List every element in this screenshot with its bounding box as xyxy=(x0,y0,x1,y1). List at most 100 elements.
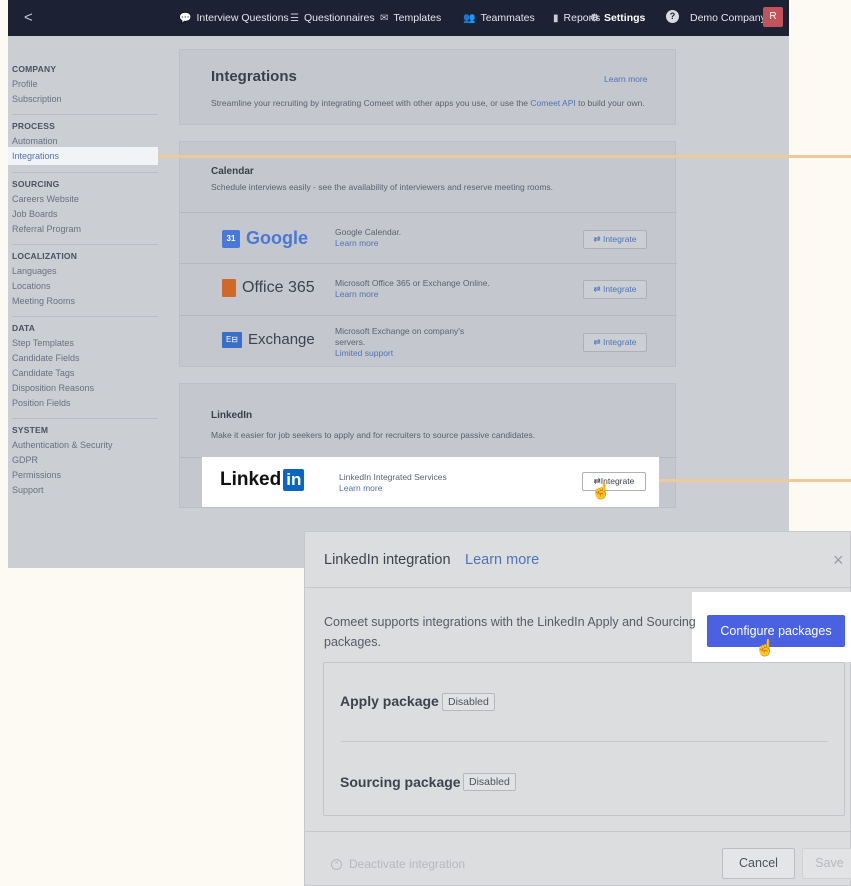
calendar-panel: Calendar Schedule interviews easily - se… xyxy=(179,141,677,367)
section-description: Make it easier for job seekers to apply … xyxy=(211,430,536,440)
highlight-guide-line xyxy=(659,479,851,482)
section-title: LinkedIn xyxy=(211,410,253,421)
nav-settings[interactable]: ⚙ Settings xyxy=(590,12,645,24)
integrate-exchange-button[interactable]: ⇄ Integrate xyxy=(583,333,647,352)
integrations-header-panel: Integrations Learn more Streamline your … xyxy=(179,49,676,125)
linkedin-row: Linked in LinkedIn Integrated Services L… xyxy=(202,457,659,507)
modal-description: Comeet supports integrations with the Li… xyxy=(324,615,696,649)
sidebar-heading: DATA xyxy=(12,323,36,333)
sidebar-item-automation[interactable]: Automation xyxy=(12,136,58,146)
office365-info: Microsoft Office 365 or Exchange Online.… xyxy=(335,278,490,300)
mail-icon: ✉ xyxy=(380,12,389,24)
row-text: servers. xyxy=(335,337,366,347)
sidebar-item-referral-program[interactable]: Referral Program xyxy=(12,224,81,234)
highlight-guide-line xyxy=(158,155,851,158)
close-icon[interactable]: × xyxy=(833,550,844,571)
sidebar-item-disposition-reasons[interactable]: Disposition Reasons xyxy=(12,383,94,393)
sidebar-item-locations[interactable]: Locations xyxy=(12,281,51,291)
close-circle-icon: × xyxy=(331,858,342,870)
sidebar-divider xyxy=(12,114,158,115)
nav-label: Questionnaires xyxy=(303,12,375,24)
nav-templates[interactable]: ✉ Templates xyxy=(380,12,441,24)
sourcing-status-badge: Disabled xyxy=(463,773,516,791)
modal-title: LinkedIn integration xyxy=(324,552,451,568)
sidebar-heading: LOCALIZATION xyxy=(12,251,78,261)
sidebar-heading: SYSTEM xyxy=(12,425,49,435)
save-button[interactable]: Save xyxy=(802,848,851,879)
help-icon[interactable]: ? xyxy=(666,10,679,23)
sidebar-item-permissions[interactable]: Permissions xyxy=(12,470,61,480)
company-name[interactable]: Demo Company xyxy=(690,12,766,24)
row-divider xyxy=(180,315,677,316)
section-description: Schedule interviews easily - see the ava… xyxy=(211,182,554,192)
sidebar-item-meeting-rooms[interactable]: Meeting Rooms xyxy=(12,296,75,306)
sidebar-heading: PROCESS xyxy=(12,121,55,131)
package-divider xyxy=(341,741,828,742)
avatar[interactable]: R xyxy=(763,7,783,27)
top-navigation: < 💬 Interview Questions ☰ Questionnaires… xyxy=(8,0,789,36)
row-text: Microsoft Office 365 or Exchange Online. xyxy=(335,278,490,288)
sidebar-item-authentication-security[interactable]: Authentication & Security xyxy=(12,440,113,450)
configure-packages-button[interactable]: Configure packages xyxy=(707,615,845,647)
sidebar-item-step-templates[interactable]: Step Templates xyxy=(12,338,74,348)
sidebar-item-gdpr[interactable]: GDPR xyxy=(12,455,38,465)
linkedin-info: LinkedIn Integrated Services Learn more xyxy=(339,472,447,494)
office-icon xyxy=(222,279,236,297)
bar-chart-icon: ▮ xyxy=(553,12,559,24)
deactivate-label: Deactivate integration xyxy=(349,857,466,871)
logo-text: Google xyxy=(246,228,308,248)
sidebar-item-subscription[interactable]: Subscription xyxy=(12,94,62,104)
settings-sidebar: COMPANY Profile Subscription PROCESS Aut… xyxy=(8,36,168,568)
exchange-icon: E⊟ xyxy=(222,331,242,348)
integrate-google-button[interactable]: ⇄ Integrate xyxy=(583,230,647,249)
learn-more-link[interactable]: Learn more xyxy=(465,552,539,568)
integrate-office365-button[interactable]: ⇄ Integrate xyxy=(583,280,647,299)
sidebar-item-candidate-fields[interactable]: Candidate Fields xyxy=(12,353,80,363)
limited-support-link[interactable]: Limited support xyxy=(335,348,464,359)
nav-questionnaires[interactable]: ☰ Questionnaires xyxy=(290,12,375,24)
gear-icon: ⚙ xyxy=(590,12,599,24)
hand-cursor-icon: ☝ xyxy=(755,640,775,657)
section-title: Calendar xyxy=(211,166,254,177)
learn-more-link[interactable]: Learn more xyxy=(335,289,490,300)
learn-more-link[interactable]: Learn more xyxy=(339,483,447,494)
linkedin-integration-modal: LinkedIn integration Learn more × Comeet… xyxy=(304,531,851,886)
logo-text: Exchange xyxy=(248,331,315,348)
exchange-logo: E⊟ Exchange xyxy=(222,331,315,348)
sidebar-item-integrations[interactable]: Integrations xyxy=(8,147,158,165)
integrations-description: Streamline your recruiting by integratin… xyxy=(211,98,645,108)
calendar-icon: 31 xyxy=(222,229,240,248)
packages-box: Apply package Disabled Sourcing package … xyxy=(323,662,845,816)
sidebar-item-candidate-tags[interactable]: Candidate Tags xyxy=(12,368,74,378)
nav-interview-questions[interactable]: 💬 Interview Questions xyxy=(179,12,289,24)
modal-divider xyxy=(305,587,851,588)
sidebar-item-support[interactable]: Support xyxy=(12,485,44,495)
description-text: Streamline your recruiting by integratin… xyxy=(211,98,531,108)
hand-cursor-icon: ☝ xyxy=(591,483,611,500)
logo-text: Office 365 xyxy=(242,279,315,296)
logo-text: Linked xyxy=(220,469,282,490)
chat-icon: 💬 xyxy=(179,12,192,24)
back-chevron-icon[interactable]: < xyxy=(24,9,33,26)
linkedin-logo: Linked in xyxy=(220,469,305,491)
sidebar-heading: SOURCING xyxy=(12,179,60,189)
sidebar-item-position-fields[interactable]: Position Fields xyxy=(12,398,71,408)
sidebar-item-languages[interactable]: Languages xyxy=(12,266,57,276)
comeet-api-link[interactable]: Comeet API xyxy=(530,98,575,108)
row-divider xyxy=(180,263,677,264)
deactivate-integration-link[interactable]: × Deactivate integration xyxy=(331,857,465,871)
sidebar-item-profile[interactable]: Profile xyxy=(12,79,38,89)
apply-package-label: Apply package xyxy=(340,693,439,709)
office365-logo: Office 365 xyxy=(222,279,315,297)
row-text: Google Calendar. xyxy=(335,227,402,237)
sidebar-item-careers-website[interactable]: Careers Website xyxy=(12,194,79,204)
learn-more-link[interactable]: Learn more xyxy=(335,238,401,249)
google-info: Google Calendar. Learn more xyxy=(335,227,401,249)
sidebar-divider xyxy=(12,172,158,173)
nav-teammates[interactable]: 👥 Teammates xyxy=(463,12,535,24)
learn-more-link[interactable]: Learn more xyxy=(604,74,647,84)
cancel-button[interactable]: Cancel xyxy=(722,848,795,879)
page-title: Integrations xyxy=(211,68,297,85)
google-logo: 31 Google xyxy=(222,228,308,249)
sidebar-item-job-boards[interactable]: Job Boards xyxy=(12,209,58,219)
